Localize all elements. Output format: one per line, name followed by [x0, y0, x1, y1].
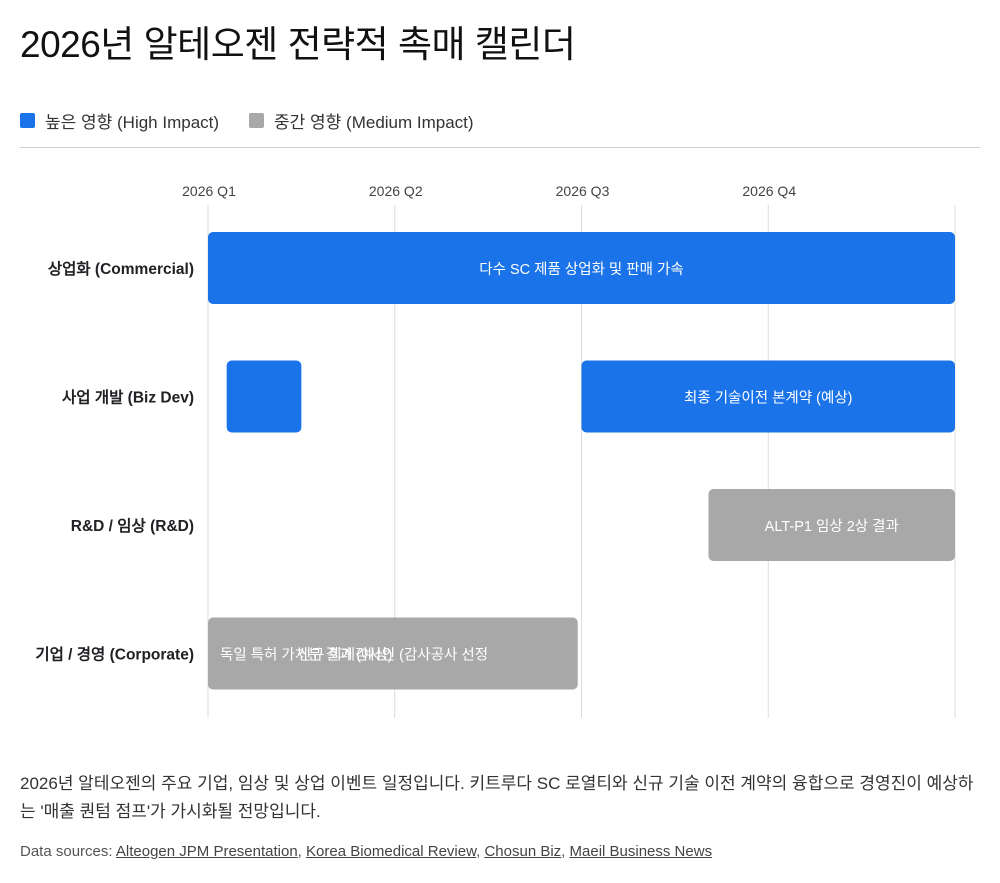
legend-label-medium: 중간 영향 (Medium Impact) — [274, 113, 474, 132]
legend-swatch-medium — [249, 113, 265, 128]
legend-swatch-high — [20, 113, 35, 128]
event-label: 다수 SC 제품 상업화 및 판매 가속 — [479, 261, 683, 278]
event-bar — [226, 360, 302, 433]
chart-legend: 높은 영향 (High Impact) 중간 영향 (Medium Impact… — [20, 108, 504, 133]
gantt-chart: 2026 Q1 2026 Q2 2026 Q3 2026 Q4 상업화 (Commerc… — [35, 183, 956, 718]
legend-divider — [20, 147, 980, 148]
legend-item-high: 높은 영향 (High Impact) — [20, 108, 219, 133]
x-tick-label: 2026 Q4 — [742, 183, 796, 199]
event-label: ALT-P1 임상 2상 결과 — [765, 518, 899, 535]
event-label: 최종 기술이전 본계약 (예상) — [684, 390, 852, 407]
data-sources: Data sources: Alteogen JPM Presentation,… — [20, 843, 713, 860]
source-link-chosun[interactable]: Chosun Biz — [484, 843, 561, 860]
category-label: 기업 / 경영 (Corporate) — [35, 646, 194, 664]
x-tick-label: 2026 Q3 — [556, 183, 610, 199]
category-label: 사업 개발 (Biz Dev) — [62, 388, 194, 407]
legend-item-medium: 중간 영향 (Medium Impact) — [249, 108, 474, 133]
legend-label-high: 높은 영향 (High Impact) — [45, 113, 220, 132]
category-label: R&D / 임상 (R&D) — [71, 517, 194, 535]
event-label: 신규 회계감사인 (감사공사 선정 — [298, 647, 488, 664]
x-tick-label: 2026 Q2 — [369, 183, 423, 199]
page-title: 2026년 알테오젠 전략적 촉매 캘린더 — [20, 24, 576, 65]
source-link-kbr[interactable]: Korea Biomedical Review — [306, 843, 476, 860]
category-label: 상업화 (Commercial) — [48, 259, 194, 278]
chart-description: 2026년 알테오젠의 주요 기업, 임상 및 상업 이벤트 일정입니다. 키트… — [20, 774, 974, 821]
source-link-maeil[interactable]: Maeil Business News — [570, 843, 713, 860]
source-link-jpm[interactable]: Alteogen JPM Presentation — [116, 843, 298, 860]
sources-prefix: Data sources: — [20, 843, 116, 860]
x-tick-label: 2026 Q1 — [182, 183, 236, 199]
